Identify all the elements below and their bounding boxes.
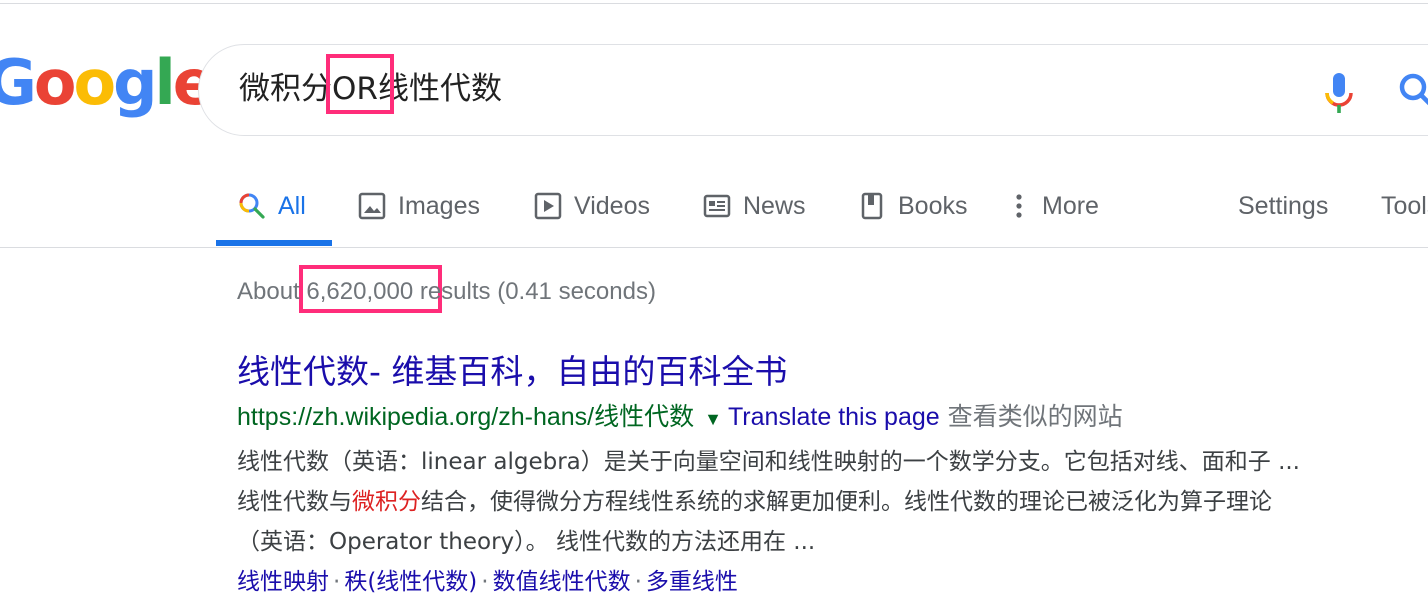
result-count: 6,620,000: [306, 278, 414, 305]
logo-letter: G: [0, 46, 37, 119]
snippet-line: （英语：Operator theory）。 线性代数的方法还用在 ...: [237, 529, 816, 555]
settings-label: Settings: [1238, 191, 1329, 220]
tab-label: News: [743, 191, 806, 220]
separator: ·: [333, 569, 341, 595]
result-url[interactable]: https://zh.wikipedia.org/zh-hans/线性代数: [237, 403, 694, 431]
image-icon: [358, 192, 386, 220]
tab-news[interactable]: News: [703, 186, 806, 226]
tab-all[interactable]: All: [238, 186, 306, 226]
search-icon[interactable]: [1397, 71, 1428, 111]
search-term-1: 微积分: [239, 71, 332, 107]
play-icon: [534, 192, 562, 220]
search-tabs: All Images Videos News Books More Settin…: [0, 170, 1428, 248]
tab-label: Videos: [574, 191, 650, 220]
separator: ·: [481, 569, 489, 595]
settings-link[interactable]: Settings: [1238, 186, 1328, 226]
search-term-2: 线性代数: [377, 71, 502, 107]
tab-books[interactable]: Books: [858, 186, 967, 226]
sitelink[interactable]: 线性映射: [237, 569, 329, 595]
tools-link[interactable]: Tools: [1381, 186, 1428, 226]
logo-letter: o: [33, 46, 77, 119]
stats-prefix: About: [237, 278, 300, 305]
active-tab-indicator: [216, 240, 332, 246]
sitelink[interactable]: 数值线性代数: [493, 569, 631, 595]
snippet-text: 线性代数与: [237, 489, 352, 515]
tab-more[interactable]: More: [1012, 186, 1099, 226]
more-vert-icon: [1016, 194, 1022, 218]
sitelinks: 线性映射 · 秩(线性代数) · 数值线性代数 · 多重线性: [237, 562, 1417, 602]
logo-letter: g: [113, 46, 157, 119]
tab-images[interactable]: Images: [358, 186, 480, 226]
microphone-icon[interactable]: [1321, 71, 1357, 115]
tab-label: Books: [898, 191, 968, 220]
newspaper-icon: [703, 194, 731, 218]
result-title[interactable]: 线性代数- 维基百科，自由的百科全书: [237, 348, 1417, 396]
stats-suffix: results (0.41 seconds): [419, 278, 656, 305]
highlight-box-operator: [326, 54, 394, 114]
search-result: 线性代数- 维基百科，自由的百科全书 https://zh.wikipedia.…: [237, 348, 1417, 602]
tools-label: Tools: [1381, 191, 1428, 220]
result-snippet: 线性代数（英语：linear algebra）是关于向量空间和线性映射的一个数学…: [237, 442, 1417, 562]
snippet-line: 线性代数（英语：linear algebra）是关于向量空间和线性映射的一个数学…: [237, 449, 1300, 475]
logo-letter: o: [73, 46, 117, 119]
translate-link[interactable]: Translate this page: [728, 403, 940, 431]
logo-letter: l: [154, 46, 176, 119]
caret-down-icon[interactable]: ▼: [704, 409, 722, 429]
top-border: [0, 3, 1428, 4]
sitelink[interactable]: 多重线性: [646, 569, 738, 595]
sitelink[interactable]: 秩(线性代数): [344, 569, 477, 595]
separator: ·: [634, 569, 642, 595]
similar-sites-link[interactable]: 查看类似的网站: [948, 403, 1123, 431]
tab-videos[interactable]: Videos: [534, 186, 650, 226]
tab-label: All: [278, 191, 306, 220]
book-icon: [861, 192, 883, 220]
snippet-text: 结合，使得微分方程线性系统的求解更加便利。线性代数的理论已被泛化为算子理论: [421, 489, 1272, 515]
tabs-divider: [0, 247, 1428, 248]
snippet-emphasis: 微积分: [352, 489, 421, 515]
tab-label: Images: [398, 191, 480, 220]
google-logo[interactable]: Google: [0, 46, 215, 119]
search-icon: [239, 193, 265, 219]
snippet-line: 线性代数与微积分结合，使得微分方程线性系统的求解更加便利。线性代数的理论已被泛化…: [237, 482, 1417, 522]
result-url-line: https://zh.wikipedia.org/zh-hans/线性代数 ▼ Tr…: [237, 400, 1417, 436]
tab-label: More: [1042, 191, 1099, 220]
result-stats: About 6,620,000 results (0.41 seconds): [237, 278, 656, 306]
